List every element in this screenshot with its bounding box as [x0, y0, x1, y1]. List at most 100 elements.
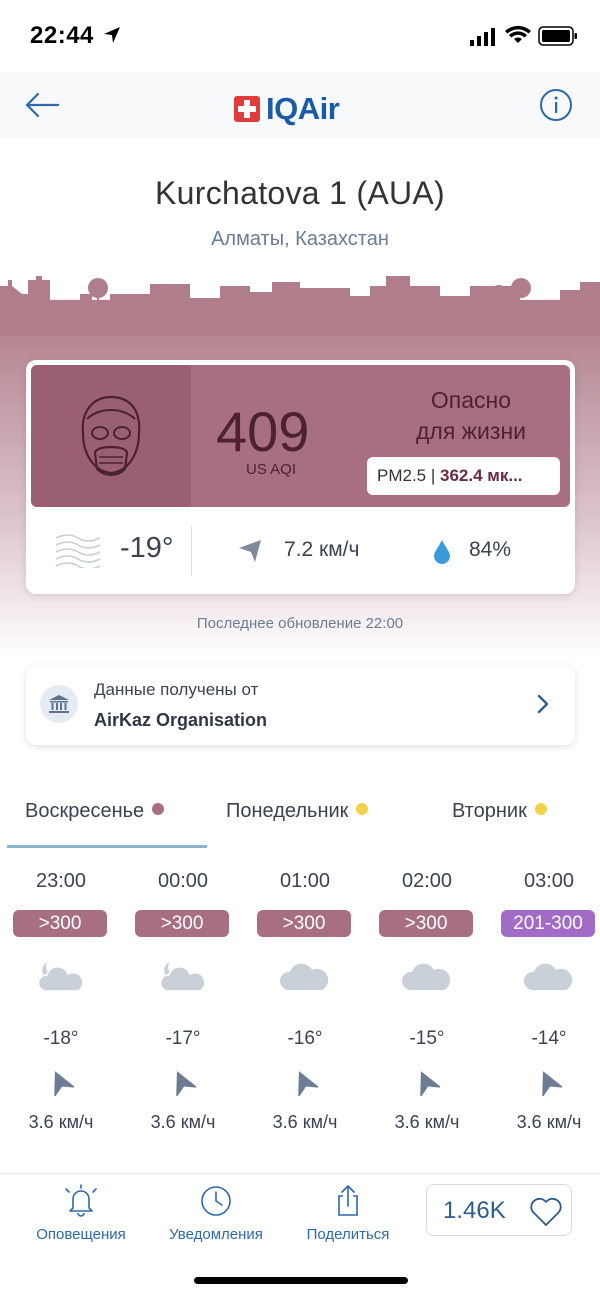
battery-icon	[538, 26, 577, 46]
source-name: AirKaz Organisation	[94, 710, 268, 730]
tab-sunday[interactable]: Воскресенье	[25, 800, 165, 823]
share-label: Поделиться	[306, 1226, 390, 1243]
gas-mask-face-icon	[81, 395, 141, 477]
back-arrow-icon[interactable]	[24, 90, 60, 120]
notifications-label: Уведомления	[169, 1226, 263, 1243]
share-button[interactable]: Поделиться	[296, 1184, 400, 1243]
aqi-dot	[356, 803, 369, 815]
aqi-badge: >300	[135, 910, 229, 937]
alerts-button[interactable]: Оповещения	[24, 1184, 138, 1243]
hour-time: 01:00	[279, 870, 331, 892]
aqi-badge: >300	[257, 910, 351, 937]
tab-monday[interactable]: Понедельник	[226, 800, 369, 823]
institution-building-icon	[49, 695, 69, 713]
wind-direction-icon	[168, 1068, 198, 1101]
tab-tuesday[interactable]: Вторник	[452, 800, 547, 823]
location-arrow-icon	[104, 27, 120, 43]
hour-wind: 3.6 км/ч	[394, 1112, 460, 1132]
tab-label: Вторник	[452, 800, 527, 822]
iqair-logo: IQAir	[234, 91, 340, 127]
weather-row: -19° 7.2 км/ч 84%	[26, 512, 575, 594]
clock-icon	[201, 1186, 231, 1216]
hour-time: 00:00	[157, 870, 209, 892]
pollutant-value: 362.4 мк...	[440, 466, 523, 485]
hourly-item: 23:00 >300 -18° 3.6 км/ч	[0, 870, 122, 1140]
likes-count: 1.46K	[443, 1197, 506, 1224]
wind-direction-icon	[239, 540, 261, 562]
day-tabs: Воскресенье Понедельник Вторник	[0, 800, 600, 850]
cloud-icon	[522, 960, 574, 997]
main-pollutant-chip: PM2.5 | 362.4 мк...	[367, 457, 560, 495]
hour-time: 03:00	[523, 870, 575, 892]
station-name: Kurchatova 1 (AUA)	[155, 175, 445, 211]
hour-temp: -16°	[287, 1028, 323, 1049]
hour-temp: -18°	[43, 1028, 79, 1049]
aqi-unit: US AQI	[246, 461, 297, 478]
temperature-value: -19°	[120, 532, 174, 564]
tab-label: Понедельник	[226, 800, 349, 822]
cloud-icon	[278, 960, 330, 997]
aqi-level-line1: Опасно	[430, 387, 512, 413]
humidity-value: 84%	[469, 538, 512, 561]
aqi-level-line2: для жизни	[415, 418, 526, 444]
status-bar: 22:44	[0, 0, 600, 72]
hour-temp: -14°	[531, 1028, 567, 1049]
wind-direction-icon	[534, 1068, 564, 1101]
cloud-icon	[400, 960, 452, 997]
active-tab-indicator	[7, 845, 207, 848]
aqi-value: 409	[216, 400, 310, 463]
divider	[191, 526, 192, 576]
cloud-moon-icon	[34, 960, 86, 997]
source-label: Данные получены от	[94, 680, 259, 699]
hour-time: 02:00	[401, 870, 453, 892]
hour-wind: 3.6 км/ч	[28, 1112, 94, 1132]
wind-direction-icon	[46, 1068, 76, 1101]
app-screen: 22:44 IQAir Kurchatova 1 (AUA) Алматы, К…	[0, 0, 600, 1298]
signal-icon	[470, 28, 495, 46]
pollutant-separator: |	[426, 466, 441, 485]
aqi-dot	[152, 803, 165, 815]
wind-direction-icon	[412, 1068, 442, 1101]
logo-text: IQAir	[266, 91, 340, 126]
aqi-panel: 409 US AQI Опасно для жизни PM2.5 | 362.…	[31, 365, 570, 507]
home-indicator	[194, 1277, 408, 1284]
station-city: Алматы, Казахстан	[211, 228, 389, 250]
hourly-item: 01:00 >300 -16° 3.6 км/ч	[244, 870, 366, 1140]
hour-wind: 3.6 км/ч	[272, 1112, 338, 1132]
alerts-label: Оповещения	[36, 1226, 126, 1243]
aqi-level: Опасно для жизни	[391, 385, 551, 447]
top-nav: IQAir	[0, 72, 600, 138]
hourly-item: 03:00 201-300 -14° 3.6 км/ч	[488, 870, 600, 1140]
hour-wind: 3.6 км/ч	[150, 1112, 216, 1132]
hourly-item: 02:00 >300 -15° 3.6 км/ч	[366, 870, 488, 1140]
aqi-card[interactable]: 409 US AQI Опасно для жизни PM2.5 | 362.…	[26, 360, 575, 594]
source-icon-bg	[40, 685, 78, 723]
hour-temp: -17°	[165, 1028, 201, 1049]
last-updated: Последнее обновление 22:00	[196, 615, 404, 632]
wind-direction-icon	[290, 1068, 320, 1101]
heart-icon	[530, 1197, 562, 1226]
wind-speed-value: 7.2 км/ч	[284, 538, 360, 561]
tab-label: Воскресенье	[25, 800, 145, 822]
notifications-button[interactable]: Уведомления	[158, 1184, 274, 1243]
humidity-drop-icon	[434, 540, 450, 564]
like-button[interactable]: 1.46K	[426, 1184, 572, 1236]
data-source-card[interactable]: Данные получены от AirKaz Organisation	[26, 665, 575, 745]
aqi-dot	[534, 803, 547, 815]
mask-cell	[31, 365, 191, 507]
aqi-badge: >300	[13, 910, 107, 937]
status-time: 22:44	[30, 22, 94, 49]
swiss-cross-icon	[234, 96, 260, 122]
pollutant-name: PM2.5	[377, 466, 427, 485]
aqi-badge: 201-300	[501, 910, 595, 937]
chevron-right-icon	[537, 694, 549, 714]
city-skyline-illustration	[0, 276, 600, 336]
hourly-item: 00:00 >300 -17° 3.6 км/ч	[122, 870, 244, 1140]
hour-wind: 3.6 км/ч	[516, 1112, 582, 1132]
info-icon[interactable]	[539, 88, 573, 122]
aqi-badge: >300	[379, 910, 473, 937]
frost-waves-icon	[55, 534, 101, 568]
wifi-icon	[505, 25, 531, 43]
hour-temp: -15°	[409, 1028, 445, 1049]
cloud-moon-icon	[156, 960, 208, 997]
